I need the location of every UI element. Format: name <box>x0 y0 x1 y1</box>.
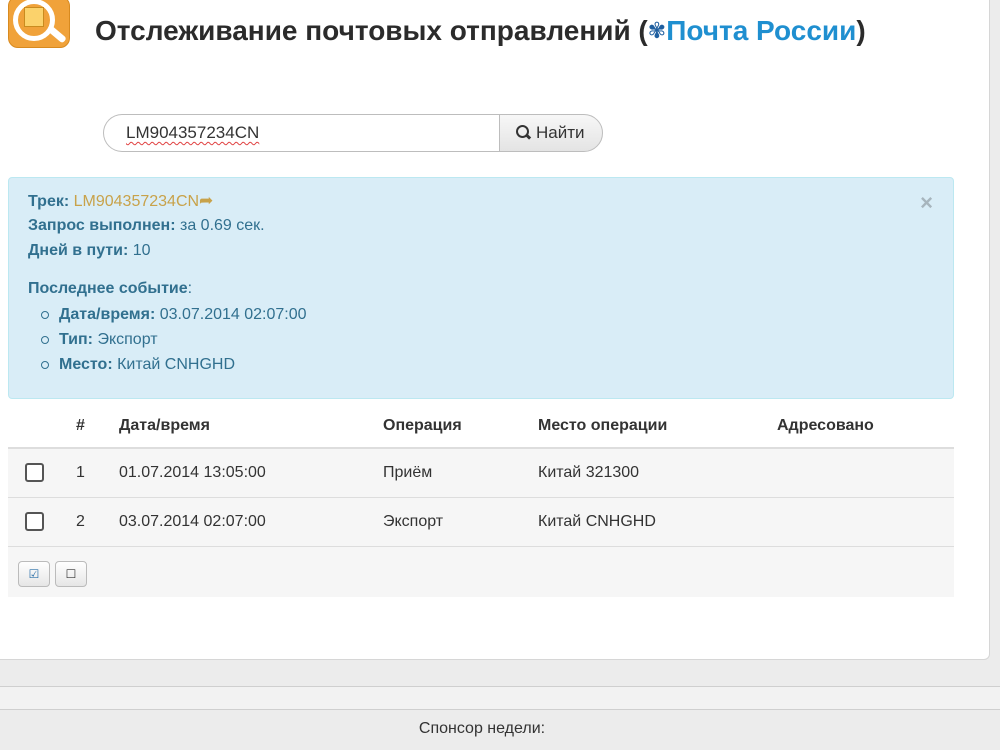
column-header-number: # <box>76 417 85 434</box>
query-time: за 0.69 сек. <box>179 217 265 234</box>
column-header-datetime: Дата/время <box>119 417 210 434</box>
page-title-prefix: Отслеживание почтовых отправлений ( <box>95 15 648 46</box>
last-event-label: Последнее событие <box>28 280 188 297</box>
page-title-suffix: ) <box>856 15 866 46</box>
column-header-addressed: Адресовано <box>777 417 874 434</box>
last-event-place-label: Место: <box>59 356 113 373</box>
sponsor-label: Спонсор недели: <box>418 720 546 737</box>
search-form: LM904357234CN Найти <box>103 114 603 152</box>
close-icon[interactable]: × <box>920 190 933 216</box>
last-event-type-value: Экспорт <box>97 331 158 348</box>
page-title: Отслеживание почтовых отправлений (✾Почт… <box>8 6 968 55</box>
row-datetime: 01.07.2014 13:05:00 <box>119 464 266 481</box>
share-arrow-icon[interactable]: ➦ <box>199 191 213 210</box>
row-number: 2 <box>76 513 85 530</box>
days-label: Дней в пути: <box>28 242 129 259</box>
last-event-list: Дата/время: 03.07.2014 02:07:00 Тип: Экс… <box>39 302 307 377</box>
select-none-button[interactable]: ☐ <box>55 561 87 587</box>
last-event-place-value: Китай CNHGHD <box>117 356 235 373</box>
footer-divider <box>0 686 1000 710</box>
row-operation: Приём <box>383 464 433 481</box>
row-datetime: 03.07.2014 02:07:00 <box>119 513 266 530</box>
main-card: Отслеживание почтовых отправлений (✾Почт… <box>0 0 990 660</box>
column-header-operation: Операция <box>383 417 462 434</box>
table-header: # Дата/время Операция Место операции Адр… <box>8 402 954 449</box>
last-event-datetime-label: Дата/время: <box>59 306 156 323</box>
search-button[interactable]: Найти <box>499 114 603 152</box>
search-icon <box>516 125 530 139</box>
track-number-input-value: LM904357234CN <box>126 123 260 142</box>
row-operation: Экспорт <box>383 513 444 530</box>
last-event-colon: : <box>187 280 193 297</box>
query-row: Запрос выполнен: за 0.69 сек. <box>28 216 265 236</box>
last-event-datetime: Дата/время: 03.07.2014 02:07:00 <box>39 302 307 327</box>
last-event-datetime-value: 03.07.2014 02:07:00 <box>159 306 307 323</box>
page-title-line: Отслеживание почтовых отправлений (✾Почт… <box>8 6 968 55</box>
row-checkbox[interactable] <box>25 512 44 531</box>
search-button-label: Найти <box>536 123 585 142</box>
eagle-icon: ✾ <box>647 18 667 43</box>
row-checkbox[interactable] <box>25 463 44 482</box>
check-all-icon: ☑ <box>28 567 40 581</box>
days-row: Дней в пути: 10 <box>28 241 151 261</box>
table-row: 2 03.07.2014 02:07:00 Экспорт Китай CNHG… <box>8 498 954 547</box>
track-row: Трек: LM904357234CN➦ <box>28 191 213 212</box>
last-event-place: Место: Китай CNHGHD <box>39 352 307 377</box>
select-all-button[interactable]: ☑ <box>18 561 50 587</box>
table-row: 1 01.07.2014 13:05:00 Приём Китай 321300 <box>8 449 954 498</box>
days-value: 10 <box>132 242 151 259</box>
row-number: 1 <box>76 464 85 481</box>
track-label: Трек: <box>28 193 70 210</box>
table-footer: ☑ ☐ <box>8 547 954 597</box>
track-number-input[interactable]: LM904357234CN <box>103 114 501 152</box>
last-event-row: Последнее событие: <box>28 279 192 299</box>
tracking-result-panel: × Трек: LM904357234CN➦ Запрос выполнен: … <box>8 177 954 399</box>
query-label: Запрос выполнен: <box>28 217 176 234</box>
last-event-type-label: Тип: <box>59 331 93 348</box>
row-place: Китай CNHGHD <box>538 513 656 530</box>
events-table: # Дата/время Операция Место операции Адр… <box>8 402 954 597</box>
uncheck-all-icon: ☐ <box>65 567 77 581</box>
row-place: Китай 321300 <box>538 464 640 481</box>
last-event-type: Тип: Экспорт <box>39 327 307 352</box>
column-header-place: Место операции <box>538 417 668 434</box>
track-link[interactable]: LM904357234CN <box>74 193 199 210</box>
brand-link-pochta-rossii[interactable]: Почта России <box>666 15 856 46</box>
